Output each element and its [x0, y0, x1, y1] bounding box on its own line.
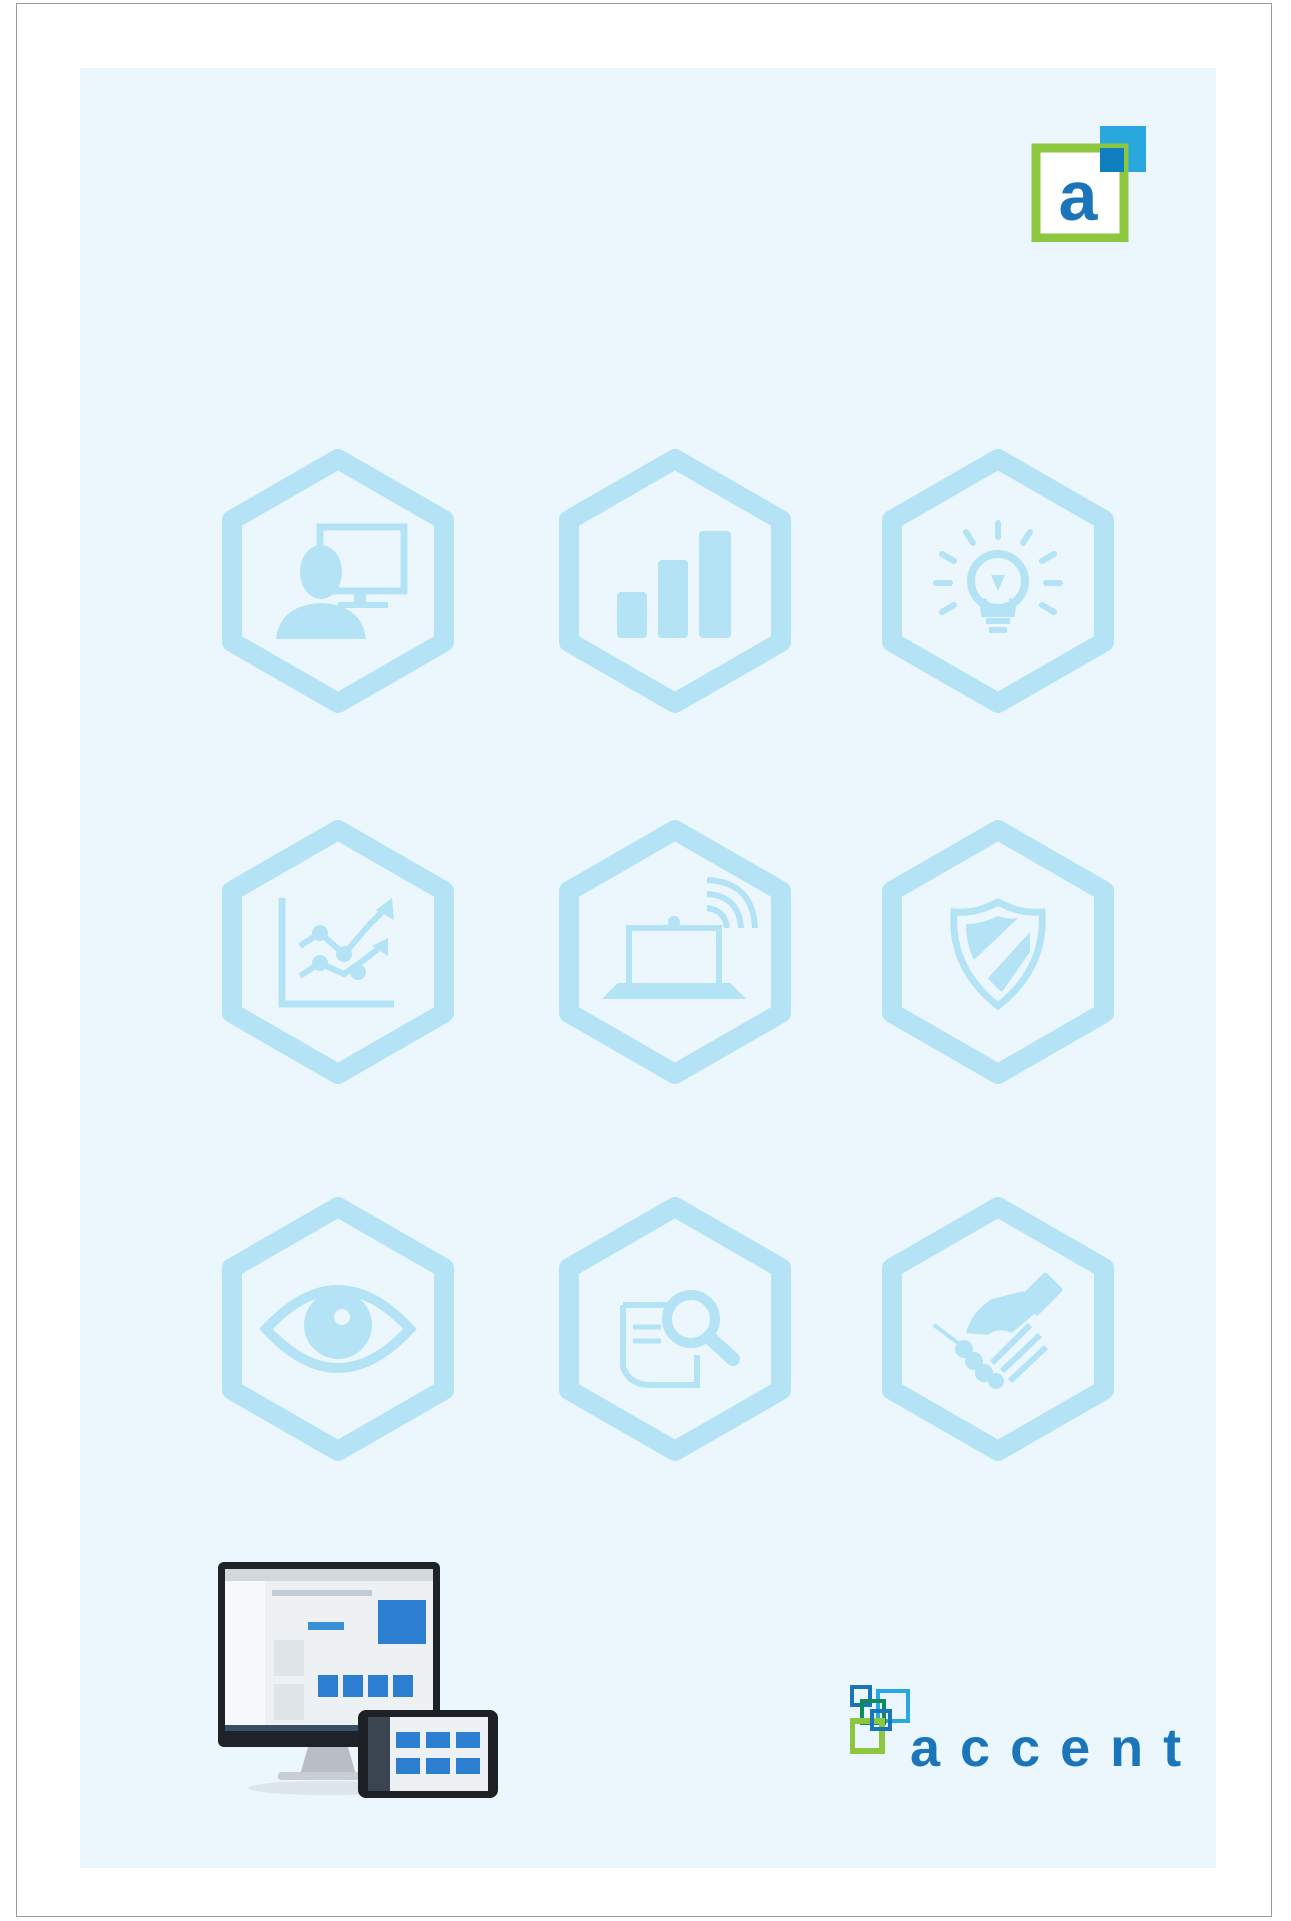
trend-chart-tile	[220, 818, 456, 1086]
eye-icon	[259, 1285, 417, 1373]
brand-wordmark: accent	[910, 1718, 1202, 1778]
shield-tile	[880, 818, 1116, 1086]
lightbulb-tile	[880, 447, 1116, 715]
bar-chart-tile	[557, 447, 793, 715]
devices-illustration	[208, 1560, 508, 1800]
handshake-tile	[880, 1195, 1116, 1463]
wireless-laptop-tile	[557, 818, 793, 1086]
trend-chart-icon	[278, 898, 394, 1008]
lightbulb-icon	[933, 520, 1063, 633]
accent-brand-logo: accent	[850, 1685, 1181, 1785]
user-computer-icon	[276, 523, 408, 639]
document-search-tile	[557, 1195, 793, 1463]
handshake-icon	[932, 1272, 1063, 1389]
bar-chart-icon	[617, 531, 731, 638]
wireless-laptop-icon	[601, 877, 758, 999]
logo-mark-letter: a	[1059, 157, 1099, 235]
shield-icon	[950, 898, 1046, 1011]
user-computer-tile	[220, 447, 456, 715]
document-search-icon	[620, 1290, 740, 1388]
accent-logo-mark: a	[1028, 126, 1148, 243]
eye-tile	[220, 1195, 456, 1463]
